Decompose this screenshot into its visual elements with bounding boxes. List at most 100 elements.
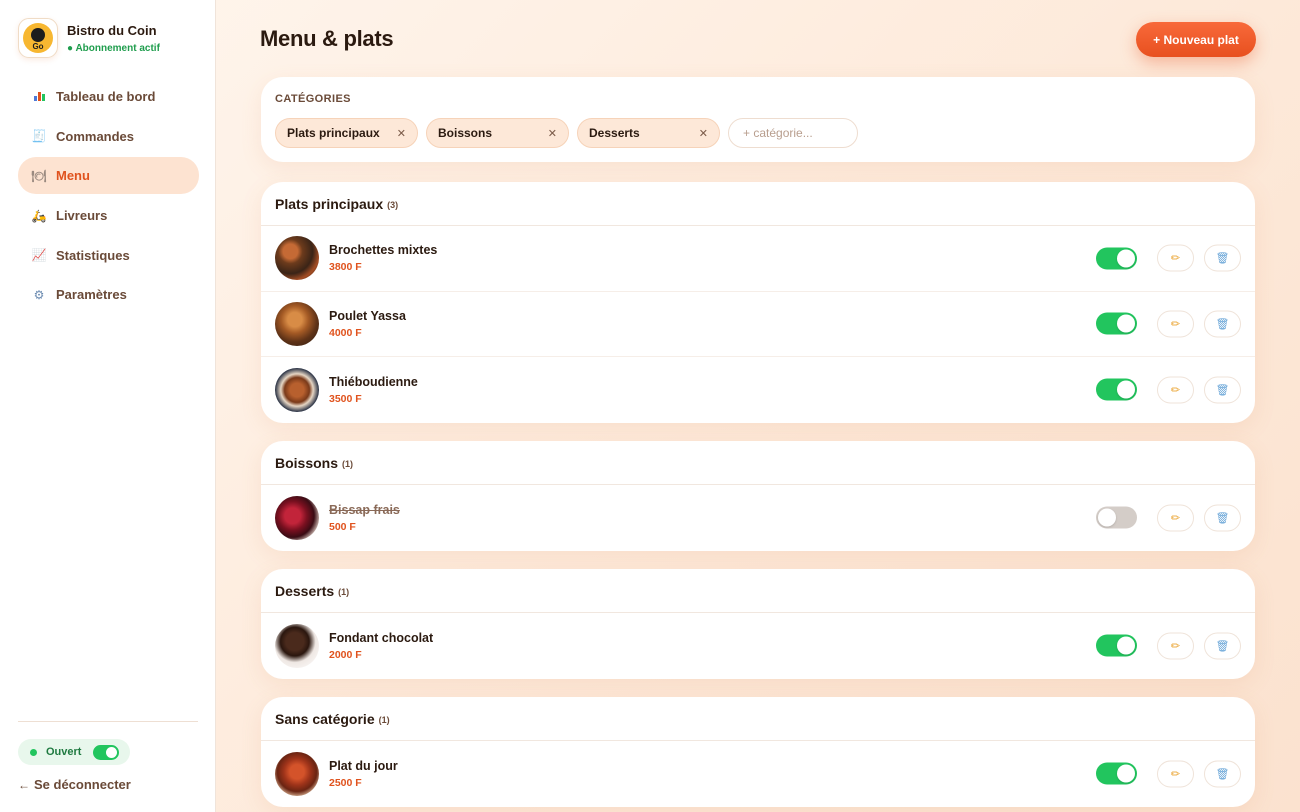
sidebar-item-label: Tableau de bord xyxy=(56,89,156,104)
section-header: Sans catégorie (1) xyxy=(261,697,1255,741)
edit-button[interactable]: ✏ xyxy=(1157,376,1194,404)
page-title: Menu & plats xyxy=(260,26,394,51)
category-chip[interactable]: Boissons ✕ xyxy=(426,118,569,148)
section-title: Sans catégorie xyxy=(275,710,375,727)
dish-photo xyxy=(275,236,319,281)
edit-button[interactable]: ✏ xyxy=(1157,760,1194,788)
logout-label: Se déconnecter xyxy=(34,777,131,792)
sidebar-item-label: Paramètres xyxy=(56,287,127,303)
sidebar-item-couriers[interactable]: 🛵 Livreurs xyxy=(18,197,199,234)
brand-logo: Go xyxy=(18,18,58,58)
dish-photo xyxy=(275,301,319,346)
sidebar-item-label: Statistiques xyxy=(56,247,130,263)
restaurant-name: Bistro du Coin xyxy=(67,22,157,38)
delete-button[interactable]: 🗑 xyxy=(1204,376,1241,404)
sidebar-item-orders[interactable]: 🧾 Commandes xyxy=(18,118,199,155)
category-chip-label: Desserts xyxy=(589,126,640,140)
categories-heading: CATÉGORIES xyxy=(275,93,351,105)
dish-name: Bissap frais xyxy=(329,502,400,517)
sidebar-item-menu[interactable]: 🍽 Menu xyxy=(18,157,199,195)
section-header: Boissons (1) xyxy=(261,441,1255,485)
open-toggle-switch[interactable] xyxy=(93,744,120,760)
section-title: Boissons xyxy=(275,454,339,471)
bar-chart-icon xyxy=(31,90,47,104)
trash-icon: 🗑 xyxy=(1215,384,1230,397)
trend-chart-icon: 📈 xyxy=(31,248,47,263)
gear-icon: ⚙ xyxy=(33,287,45,302)
trash-icon: 🗑 xyxy=(1215,512,1230,525)
sidebar: Go Bistro du Coin ● Abonnement actif Tab… xyxy=(0,0,216,812)
arrow-left-icon: ← xyxy=(18,777,30,792)
subscription-status: ● Abonnement actif xyxy=(67,42,160,54)
dish-photo xyxy=(275,623,319,668)
pencil-icon: ✏ xyxy=(1170,384,1181,397)
dish-row: Brochettes mixtes 3800 F ✏ 🗑 xyxy=(261,226,1255,292)
availability-toggle[interactable] xyxy=(1096,634,1137,657)
dish-row: Thiéboudienne 3500 F ✏ 🗑 xyxy=(261,357,1255,423)
dish-name: Poulet Yassa xyxy=(329,308,406,323)
sidebar-nav: Tableau de bord 🧾 Commandes 🍽 Menu 🛵 Liv… xyxy=(18,78,199,316)
delete-button[interactable]: 🗑 xyxy=(1204,244,1241,272)
dish-price: 4000 F xyxy=(329,326,362,339)
dish-price: 3500 F xyxy=(329,392,362,405)
close-icon[interactable]: ✕ xyxy=(699,127,708,140)
delete-button[interactable]: 🗑 xyxy=(1204,760,1241,788)
dish-row: Bissap frais 500 F ✏ 🗑 xyxy=(261,485,1255,551)
trash-icon: 🗑 xyxy=(1215,768,1230,781)
sidebar-item-dashboard[interactable]: Tableau de bord xyxy=(18,78,199,115)
status-dot-icon xyxy=(30,748,37,756)
edit-button[interactable]: ✏ xyxy=(1157,310,1194,338)
edit-button[interactable]: ✏ xyxy=(1157,504,1194,532)
edit-button[interactable]: ✏ xyxy=(1157,244,1194,272)
availability-toggle[interactable] xyxy=(1096,506,1137,529)
dish-price: 2500 F xyxy=(329,776,362,789)
category-chip[interactable]: Plats principaux ✕ xyxy=(275,118,418,148)
category-chip-label: Plats principaux xyxy=(287,126,380,140)
dish-price: 3800 F xyxy=(329,261,362,274)
section-count: (1) xyxy=(342,459,354,469)
logout-link[interactable]: ← Se déconnecter xyxy=(18,777,131,792)
close-icon[interactable]: ✕ xyxy=(397,127,406,140)
dish-name: Plat du jour xyxy=(329,758,398,773)
delete-button[interactable]: 🗑 xyxy=(1204,632,1241,660)
close-icon[interactable]: ✕ xyxy=(548,127,557,140)
rider-shape xyxy=(31,28,45,42)
sidebar-item-statistics[interactable]: 📈 Statistiques xyxy=(18,237,199,274)
dish-price: 2000 F xyxy=(329,648,362,661)
delete-button[interactable]: 🗑 xyxy=(1204,310,1241,338)
menu-section: Plats principaux (3) Brochettes mixtes 3… xyxy=(261,182,1255,423)
dish-price: 500 F xyxy=(329,520,356,533)
availability-toggle[interactable] xyxy=(1096,762,1137,785)
pencil-icon: ✏ xyxy=(1170,640,1181,653)
edit-button[interactable]: ✏ xyxy=(1157,632,1194,660)
new-dish-button[interactable]: + Nouveau plat xyxy=(1136,22,1256,57)
sidebar-item-label: Livreurs xyxy=(56,208,108,224)
dish-photo xyxy=(275,367,319,412)
section-count: (1) xyxy=(378,715,390,725)
new-category-input[interactable] xyxy=(728,118,858,148)
open-status-toggle[interactable]: Ouvert xyxy=(18,739,130,765)
pencil-icon: ✏ xyxy=(1170,768,1181,781)
section-count: (3) xyxy=(387,200,399,210)
delete-button[interactable]: 🗑 xyxy=(1204,504,1241,532)
section-count: (1) xyxy=(338,587,350,597)
pencil-icon: ✏ xyxy=(1170,512,1181,525)
delivery-rider-logo-icon: Go xyxy=(23,23,53,53)
trash-icon: 🗑 xyxy=(1215,318,1230,331)
availability-toggle[interactable] xyxy=(1096,247,1137,270)
category-chip[interactable]: Desserts ✕ xyxy=(577,118,720,148)
dish-photo xyxy=(275,751,319,796)
category-chips: Plats principaux ✕ Boissons ✕ Desserts ✕ xyxy=(275,118,858,148)
dish-row: Fondant chocolat 2000 F ✏ 🗑 xyxy=(261,613,1255,679)
trash-icon: 🗑 xyxy=(1215,640,1230,653)
categories-card: CATÉGORIES Plats principaux ✕ Boissons ✕… xyxy=(261,77,1255,162)
dish-name: Brochettes mixtes xyxy=(329,243,438,258)
open-status-label: Ouvert xyxy=(46,746,82,758)
sidebar-item-settings[interactable]: ⚙ Paramètres xyxy=(18,276,199,313)
pencil-icon: ✏ xyxy=(1170,318,1181,331)
section-header: Desserts (1) xyxy=(261,569,1255,613)
availability-toggle[interactable] xyxy=(1096,378,1137,401)
brand: Go Bistro du Coin ● Abonnement actif xyxy=(18,18,160,58)
availability-toggle[interactable] xyxy=(1096,312,1137,335)
dish-photo xyxy=(275,495,319,540)
